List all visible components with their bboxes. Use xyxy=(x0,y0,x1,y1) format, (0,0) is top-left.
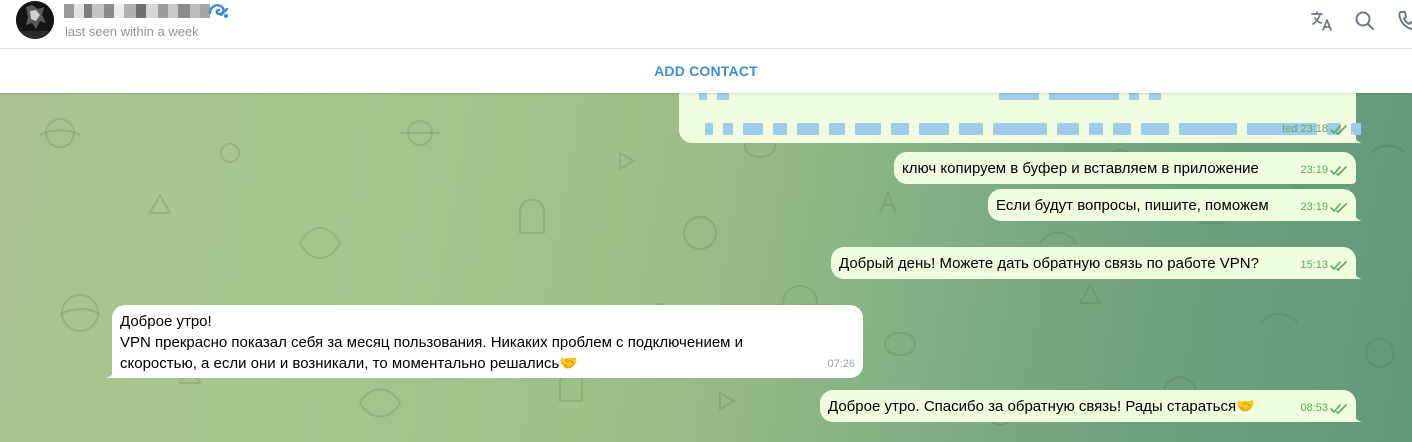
message-outgoing[interactable]: Если будут вопросы, пишите, поможем 23:1… xyxy=(988,189,1362,221)
message-time: ted 23:18 xyxy=(1282,123,1328,135)
message-list[interactable]: ted 23:18 ключ копируем в буфер и вставл… xyxy=(0,93,1412,442)
bubble-tail xyxy=(1352,410,1362,422)
read-checkmarks-icon xyxy=(1330,203,1347,213)
message-text-line: скоростью, а если они и возникали, то мо… xyxy=(120,355,579,372)
message-meta: 23:19 xyxy=(1300,197,1348,218)
message-text: Если будут вопросы, пишите, поможем xyxy=(996,197,1269,214)
add-contact-bar: ADD CONTACT xyxy=(0,49,1412,93)
message-outgoing[interactable]: Добрый день! Можете дать обратную связь … xyxy=(831,247,1362,279)
search-icon[interactable] xyxy=(1353,9,1377,38)
add-contact-button[interactable]: ADD CONTACT xyxy=(0,49,1412,93)
bubble-tail xyxy=(1352,209,1362,221)
bubble-tail xyxy=(1352,131,1362,143)
read-checkmarks-icon xyxy=(1330,166,1347,176)
contact-name-obscured[interactable] xyxy=(64,4,210,18)
message-meta: 23:19 xyxy=(1300,160,1348,181)
obscured-text-line xyxy=(705,123,1371,135)
message-time: 23:19 xyxy=(1300,201,1328,213)
phone-icon[interactable] xyxy=(1396,9,1412,38)
message-meta: ted 23:18 xyxy=(1282,119,1348,140)
translate-icon[interactable] xyxy=(1310,9,1334,38)
message-meta: 15:13 xyxy=(1300,255,1348,276)
message-outgoing[interactable]: Доброе утро. Спасибо за обратную связь! … xyxy=(820,390,1362,422)
read-checkmarks-icon xyxy=(1330,404,1347,414)
message-time: 08:53 xyxy=(1300,402,1328,414)
message-text: ключ копируем в буфер и вставляем в прил… xyxy=(902,160,1259,177)
message-time: 15:13 xyxy=(1300,259,1328,271)
message-outgoing[interactable]: ted 23:18 xyxy=(679,93,1362,143)
chat-header: last seen within a week xyxy=(0,0,1412,49)
emoji-status-icon xyxy=(206,1,230,26)
message-text-line: VPN прекрасно показал себя за месяц поль… xyxy=(120,334,744,351)
message-outgoing[interactable]: ключ копируем в буфер и вставляем в прил… xyxy=(894,152,1356,184)
message-meta: 08:53 xyxy=(1300,398,1348,419)
message-incoming[interactable]: Доброе утро! VPN прекрасно показал себя … xyxy=(106,305,863,378)
bubble-tail xyxy=(106,366,116,378)
read-checkmarks-icon xyxy=(1330,261,1347,271)
avatar[interactable] xyxy=(16,1,54,39)
last-seen-status: last seen within a week xyxy=(65,24,199,39)
bubble-tail xyxy=(1352,267,1362,279)
obscured-text-line xyxy=(699,93,1171,100)
message-text: Доброе утро. Спасибо за обратную связь! … xyxy=(828,398,1255,415)
read-checkmarks-icon xyxy=(1330,125,1347,135)
message-text: Добрый день! Можете дать обратную связь … xyxy=(839,255,1259,272)
message-time: 07:26 xyxy=(827,358,855,370)
message-meta: 07:26 xyxy=(827,354,855,375)
message-text-line: Доброе утро! xyxy=(120,313,212,330)
message-time: 23:19 xyxy=(1300,164,1328,176)
